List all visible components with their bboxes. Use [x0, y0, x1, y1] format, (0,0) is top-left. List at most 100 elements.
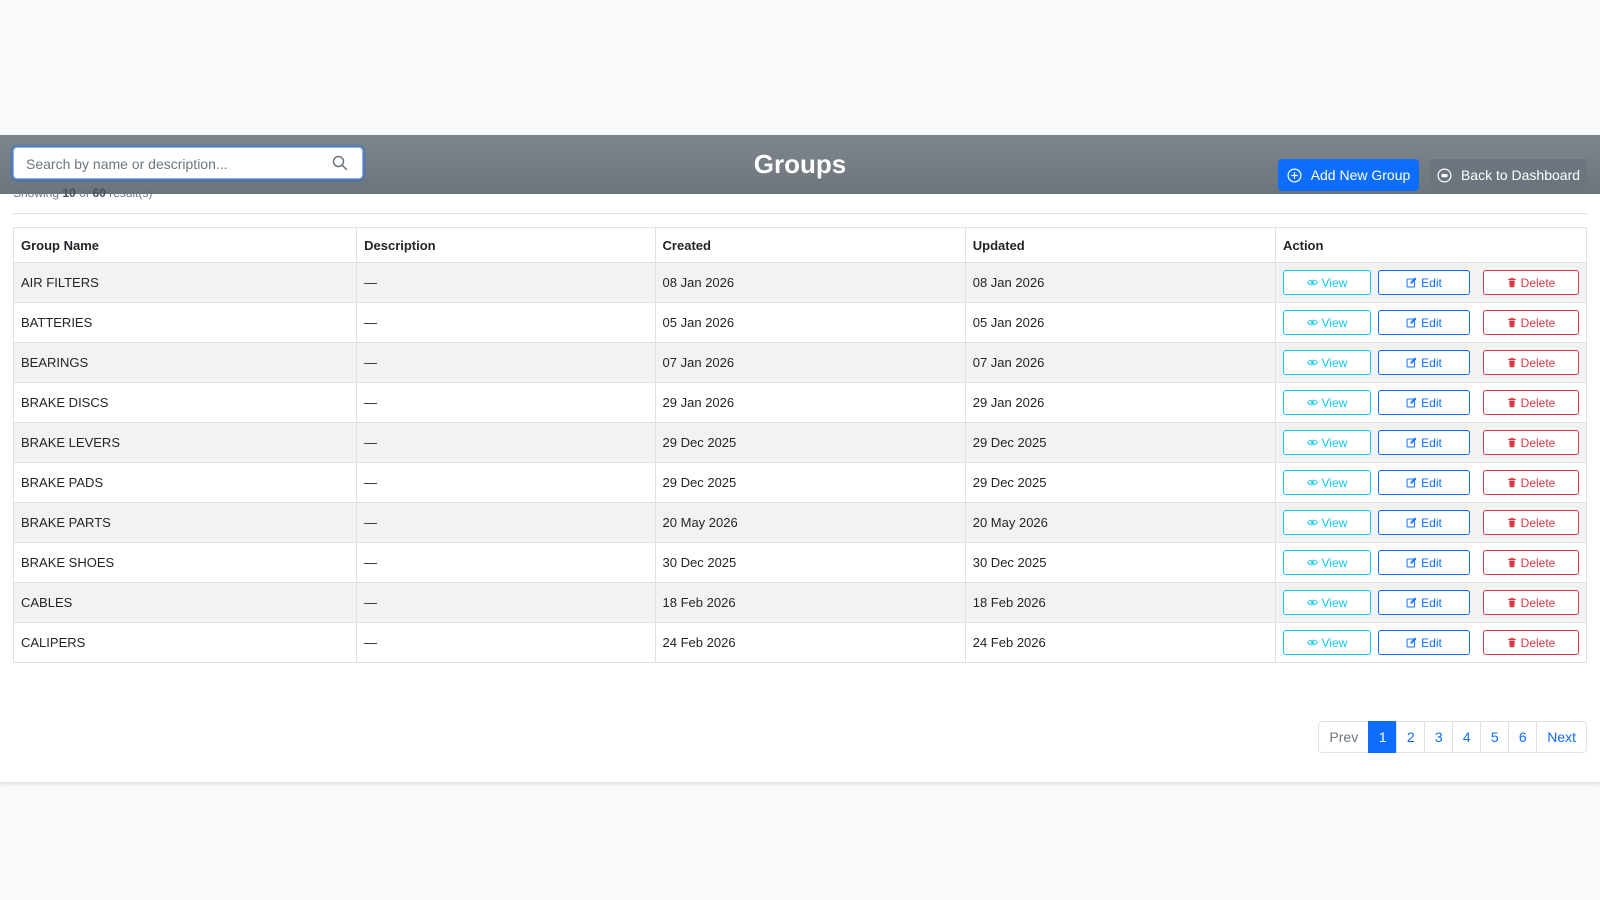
view-label: View [1321, 475, 1348, 490]
table-row: BRAKE LEVERS —29 Dec 2025 29 Dec 2025 View E… [12, 422, 1587, 463]
row-actions: View Edit Delete [1283, 270, 1579, 295]
edit-button[interactable]: Edit [1378, 430, 1470, 455]
delete-label: Delete [1520, 635, 1556, 650]
cell-updated: 24 Feb 2026 [964, 622, 1277, 663]
table-row: CALIPERS —24 Feb 2026 24 Feb 2026 View Edit D… [12, 622, 1587, 663]
pagination-next[interactable]: Next [1536, 721, 1587, 753]
pagination-prev[interactable]: Prev [1318, 721, 1370, 753]
cell-group-name: CABLES [12, 582, 358, 623]
cell-updated: 18 Feb 2026 [964, 582, 1277, 623]
delete-button[interactable]: Delete [1483, 630, 1579, 655]
result-prefix: Showing [13, 186, 60, 200]
delete-button[interactable]: Delete [1483, 550, 1579, 575]
table-row: BRAKE PADS —29 Dec 2025 29 Dec 2025 View Edi… [12, 462, 1587, 503]
delete-button[interactable]: Delete [1483, 590, 1579, 615]
view-button[interactable]: View [1283, 590, 1371, 615]
row-actions: View Edit Delete [1283, 550, 1579, 575]
view-button[interactable]: View [1283, 270, 1371, 295]
cell-actions: View Edit Delete [1275, 582, 1587, 623]
delete-label: Delete [1520, 515, 1556, 530]
view-label: View [1321, 395, 1348, 410]
view-button[interactable]: View [1283, 310, 1371, 335]
edit-button[interactable]: Edit [1378, 270, 1470, 295]
cell-actions: View Edit Delete [1275, 302, 1587, 343]
view-button[interactable]: View [1283, 630, 1371, 655]
view-label: View [1321, 275, 1348, 290]
delete-button[interactable]: Delete [1483, 430, 1579, 455]
result-total: 60 [92, 186, 106, 200]
edit-label: Edit [1421, 475, 1442, 490]
edit-button[interactable]: Edit [1378, 550, 1470, 575]
view-button[interactable]: View [1283, 550, 1371, 575]
trash-icon [1507, 517, 1516, 528]
row-actions: View Edit Delete [1283, 590, 1579, 615]
cell-actions: View Edit Delete [1275, 342, 1587, 383]
delete-label: Delete [1520, 555, 1556, 570]
view-button[interactable]: View [1283, 390, 1371, 415]
view-button[interactable]: View [1283, 510, 1371, 535]
pencil-square-icon [1406, 597, 1417, 608]
edit-button[interactable]: Edit [1378, 390, 1470, 415]
cell-actions: View Edit Delete [1275, 622, 1587, 663]
eye-icon [1306, 439, 1318, 446]
pagination-page-2[interactable]: 2 [1396, 721, 1426, 753]
cell-created: 24 Feb 2026 [654, 622, 966, 663]
cell-actions: View Edit Delete [1275, 502, 1587, 543]
edit-button[interactable]: Edit [1378, 350, 1470, 375]
result-count: Showing 10 of 60 result(s) [13, 186, 152, 200]
view-label: View [1321, 555, 1348, 570]
view-label: View [1321, 315, 1348, 330]
cell-description: — [356, 502, 656, 543]
delete-button[interactable]: Delete [1483, 390, 1579, 415]
cell-group-name: BATTERIES [12, 302, 358, 343]
edit-button[interactable]: Edit [1378, 470, 1470, 495]
delete-label: Delete [1520, 355, 1556, 370]
trash-icon [1507, 357, 1516, 368]
pagination-page-3[interactable]: 3 [1424, 721, 1454, 753]
delete-button[interactable]: Delete [1483, 470, 1579, 495]
pencil-square-icon [1406, 637, 1417, 648]
pagination-page-4[interactable]: 4 [1452, 721, 1482, 753]
pagination-page-5[interactable]: 5 [1480, 721, 1510, 753]
cell-updated: 29 Dec 2025 [964, 462, 1277, 503]
groups-card: Groups Showing 10 of 60 result(s) Add Ne… [0, 135, 1600, 782]
edit-button[interactable]: Edit [1378, 510, 1470, 535]
delete-button[interactable]: Delete [1483, 310, 1579, 335]
cell-description: — [356, 622, 656, 663]
pagination-page-1[interactable]: 1 [1368, 721, 1398, 753]
cell-actions: View Edit Delete [1275, 542, 1587, 583]
search-icon [332, 155, 348, 171]
edit-button[interactable]: Edit [1378, 310, 1470, 335]
view-button[interactable]: View [1283, 470, 1371, 495]
search-field[interactable] [13, 147, 363, 180]
delete-label: Delete [1520, 395, 1556, 410]
delete-button[interactable]: Delete [1483, 270, 1579, 295]
search-input[interactable] [24, 148, 328, 180]
cell-description: — [356, 342, 656, 383]
cell-created: 07 Jan 2026 [654, 342, 966, 383]
cell-group-name: BEARINGS [12, 342, 358, 383]
cell-updated: 29 Jan 2026 [964, 382, 1277, 423]
pagination: Prev 1 2 3 4 5 6 Next [1318, 721, 1587, 753]
header-action: Action [1275, 227, 1587, 263]
edit-label: Edit [1421, 515, 1442, 530]
delete-label: Delete [1520, 475, 1556, 490]
pagination-page-6[interactable]: 6 [1508, 721, 1538, 753]
view-button[interactable]: View [1283, 350, 1371, 375]
delete-label: Delete [1520, 595, 1556, 610]
delete-button[interactable]: Delete [1483, 350, 1579, 375]
table-row: AIR FILTERS —08 Jan 2026 08 Jan 2026 View Ed… [12, 262, 1587, 303]
cell-updated: 07 Jan 2026 [964, 342, 1277, 383]
delete-button[interactable]: Delete [1483, 510, 1579, 535]
delete-label: Delete [1520, 435, 1556, 450]
cell-group-name: BRAKE DISCS [12, 382, 358, 423]
cell-updated: 05 Jan 2026 [964, 302, 1277, 343]
view-button[interactable]: View [1283, 430, 1371, 455]
edit-label: Edit [1421, 275, 1442, 290]
edit-button[interactable]: Edit [1378, 630, 1470, 655]
add-new-group-button[interactable]: Add New Group [1278, 159, 1419, 191]
edit-button[interactable]: Edit [1378, 590, 1470, 615]
edit-label: Edit [1421, 435, 1442, 450]
cell-group-name: BRAKE LEVERS [12, 422, 358, 463]
back-to-dashboard-button[interactable]: Back to Dashboard [1430, 159, 1587, 191]
